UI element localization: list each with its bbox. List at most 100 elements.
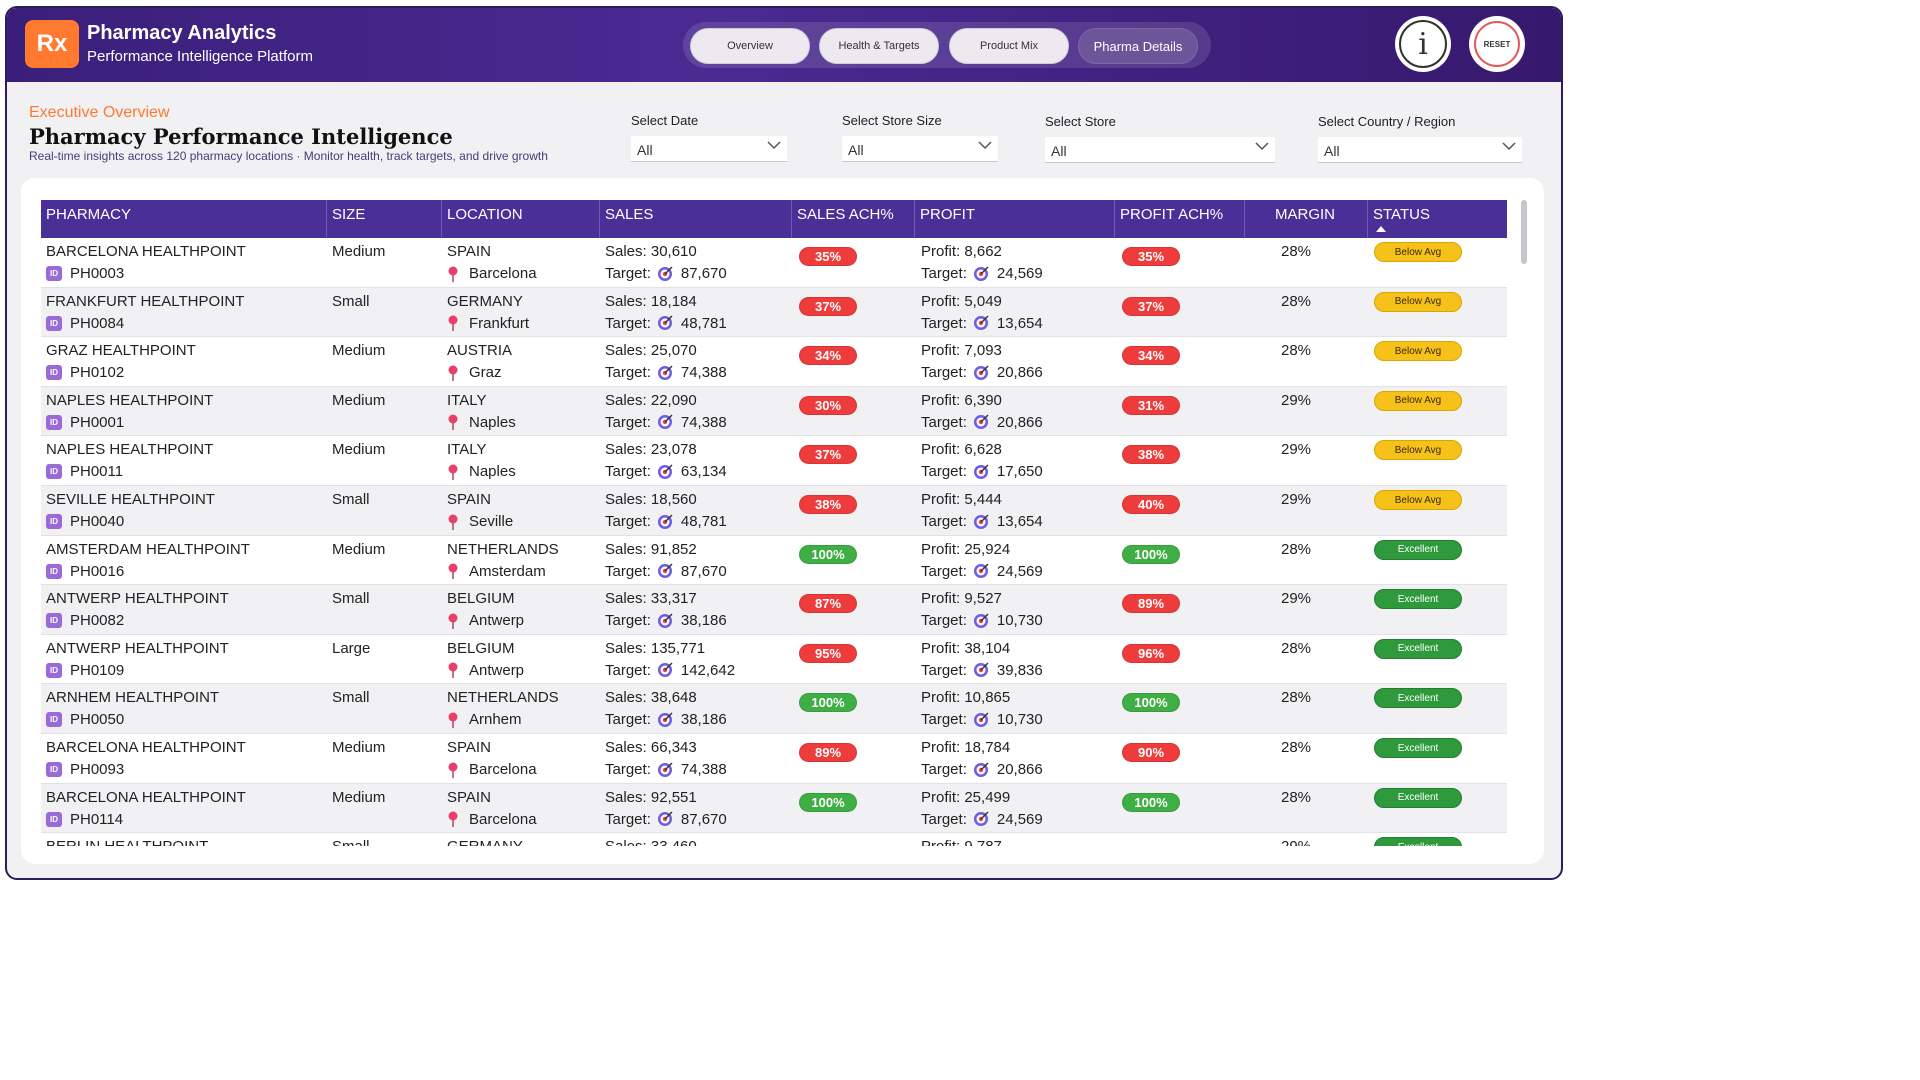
pharmacy-id-line: ID PH0011 <box>46 463 123 480</box>
map-pin-icon <box>448 414 458 431</box>
target-label: Target: <box>605 711 651 729</box>
tab-product-mix[interactable]: Product Mix <box>949 28 1069 64</box>
city: Barcelona <box>469 265 537 282</box>
target-icon <box>657 315 673 331</box>
sales-ach-cell: 30% <box>799 387 909 436</box>
sales-target: 74,388 <box>680 413 727 431</box>
size-cell: Medium <box>332 784 442 833</box>
sales-target: 74,388 <box>680 364 727 382</box>
pharmacy-id-line: ID PH0082 <box>46 612 124 629</box>
table-row[interactable]: BERLIN HEALTHPOINT Small GERMANY Sales: 33,… <box>41 833 1507 846</box>
table-row[interactable]: ARNHEM HEALTHPOINT ID PH0050 Small NETHERLAN… <box>41 684 1507 734</box>
target-icon <box>657 712 673 727</box>
tab-overview[interactable]: Overview <box>690 28 810 64</box>
table-row[interactable]: FRANKFURT HEALTHPOINT ID PH0084 Small GERMAN… <box>41 287 1507 338</box>
location-cell: GERMANY <box>447 833 597 846</box>
col-status[interactable]: STATUS <box>1368 200 1507 238</box>
sort-ascending-icon <box>1376 226 1386 232</box>
city-line: Antwerp <box>447 662 524 679</box>
sales-target-line: Target: 142,642 <box>605 662 735 679</box>
table-header: PHARMACY SIZE LOCATION SALES SALES ACH% … <box>41 200 1507 238</box>
store-size: Small <box>332 838 370 846</box>
pharmacy-cell: BARCELONA HEALTHPOINT ID PH0003 <box>46 238 326 287</box>
target-icon <box>657 514 673 529</box>
pharmacy-name: BERLIN HEALTHPOINT <box>46 838 208 846</box>
status-badge: Excellent <box>1374 738 1462 758</box>
target-label: Target: <box>921 562 967 580</box>
status-cell: Excellent <box>1371 784 1501 833</box>
profit-ach-pill: 34% <box>1122 346 1180 366</box>
table-row[interactable]: BARCELONA HEALTHPOINT ID PH0003 Medium SPAIN… <box>41 238 1507 288</box>
col-location[interactable]: LOCATION <box>442 200 600 238</box>
status-cell: Below Avg <box>1371 436 1501 485</box>
table-row[interactable]: ANTWERP HEALTHPOINT ID PH0082 Small BELGIUM A… <box>41 585 1507 635</box>
col-sales-ach[interactable]: SALES ACH% <box>792 200 915 238</box>
profit-value: Profit: 7,093 <box>921 342 1002 360</box>
col-margin[interactable]: MARGIN <box>1245 200 1368 238</box>
sales-ach-pill: 30% <box>799 395 857 415</box>
filter-date-label: Select Date <box>631 113 699 128</box>
col-pharmacy[interactable]: PHARMACY <box>41 200 327 238</box>
target-icon <box>973 563 989 579</box>
profit-ach-pill: 90% <box>1122 743 1180 762</box>
profit-target-line: Target: 10,730 <box>921 612 1043 629</box>
city-line: Arnhem <box>447 711 522 728</box>
col-profit-ach[interactable]: PROFIT ACH% <box>1115 200 1245 238</box>
app-frame: Rx Pharmacy Analytics Performance Intell… <box>5 6 1563 880</box>
target-icon <box>973 266 989 281</box>
target-label: Target: <box>921 364 967 382</box>
table-row[interactable]: NAPLES HEALTHPOINT ID PH0001 Medium ITALY Nap… <box>41 386 1507 437</box>
sales-ach-cell: 100% <box>799 536 909 585</box>
table-row[interactable]: SEVILLE HEALTHPOINT ID PH0040 Small SPAIN Sev… <box>41 486 1507 536</box>
profit-target-line: Target: 17,650 <box>921 463 1043 480</box>
table-row[interactable]: AMSTERDAM HEALTHPOINT ID PH0016 Medium NETHE… <box>41 536 1507 586</box>
location-cell: SPAIN Barcelona <box>447 238 597 287</box>
map-pin-icon <box>448 365 458 381</box>
pharmacy-id: PH0082 <box>70 612 125 630</box>
status-badge: Below Avg <box>1374 440 1462 461</box>
tab-pharma-details[interactable]: Pharma Details <box>1078 28 1198 64</box>
filter-store-dropdown[interactable]: All <box>1045 137 1275 163</box>
filter-country-dropdown[interactable]: All <box>1318 137 1522 163</box>
table-row[interactable]: GRAZ HEALTHPOINT ID PH0102 Medium AUSTRIA Gra… <box>41 337 1507 387</box>
col-sales[interactable]: SALES <box>600 200 792 238</box>
profit-target: 10,730 <box>996 612 1043 630</box>
target-icon <box>657 464 673 479</box>
filter-store-size-dropdown[interactable]: All <box>842 136 998 162</box>
table-row[interactable]: BARCELONA HEALTHPOINT ID PH0114 Medium SPAIN… <box>41 783 1507 834</box>
id-badge-icon: ID <box>46 365 62 381</box>
profit-ach-pill: 100% <box>1122 792 1180 812</box>
id-badge-icon: ID <box>46 414 62 430</box>
margin-cell: 28% <box>1281 684 1361 733</box>
id-badge-icon: ID <box>46 563 62 579</box>
target-icon <box>973 712 989 727</box>
margin-cell: 28% <box>1281 337 1361 386</box>
col-size[interactable]: SIZE <box>327 200 442 238</box>
filter-store-label: Select Store <box>1045 114 1116 129</box>
profit-ach-pill: 35% <box>1122 247 1180 266</box>
table-row[interactable]: NAPLES HEALTHPOINT ID PH0011 Medium ITALY Nap… <box>41 436 1507 486</box>
country: GERMANY <box>447 838 523 846</box>
col-profit[interactable]: PROFIT <box>915 200 1115 238</box>
country: NETHERLANDS <box>447 540 559 558</box>
table-row[interactable]: ANTWERP HEALTHPOINT ID PH0109 Large BELGIUM A… <box>41 635 1507 685</box>
country: ITALY <box>447 391 487 409</box>
reset-button[interactable]: RESET <box>1469 16 1525 72</box>
table-scrollbar[interactable] <box>1521 200 1527 264</box>
tab-health-targets[interactable]: Health & Targets <box>819 28 939 64</box>
target-icon <box>657 811 673 827</box>
store-size: Small <box>332 491 370 508</box>
profit-value: Profit: 6,628 <box>921 441 1002 459</box>
info-button[interactable]: i <box>1395 16 1451 72</box>
target-label: Target: <box>921 413 967 431</box>
location-cell: NETHERLANDS Amsterdam <box>447 536 597 585</box>
table-row[interactable]: BARCELONA HEALTHPOINT ID PH0093 Medium SPAIN… <box>41 734 1507 784</box>
pharmacy-name: AMSTERDAM HEALTHPOINT <box>46 540 250 558</box>
pharmacy-id: PH0093 <box>70 761 125 778</box>
status-cell: Excellent <box>1371 635 1501 684</box>
profit-value: Profit: 9,787 <box>921 838 1002 846</box>
store-size: Medium <box>332 441 386 459</box>
filter-date-dropdown[interactable]: All <box>631 136 787 162</box>
size-cell: Medium <box>332 238 442 287</box>
profit-target: 20,866 <box>996 761 1043 778</box>
